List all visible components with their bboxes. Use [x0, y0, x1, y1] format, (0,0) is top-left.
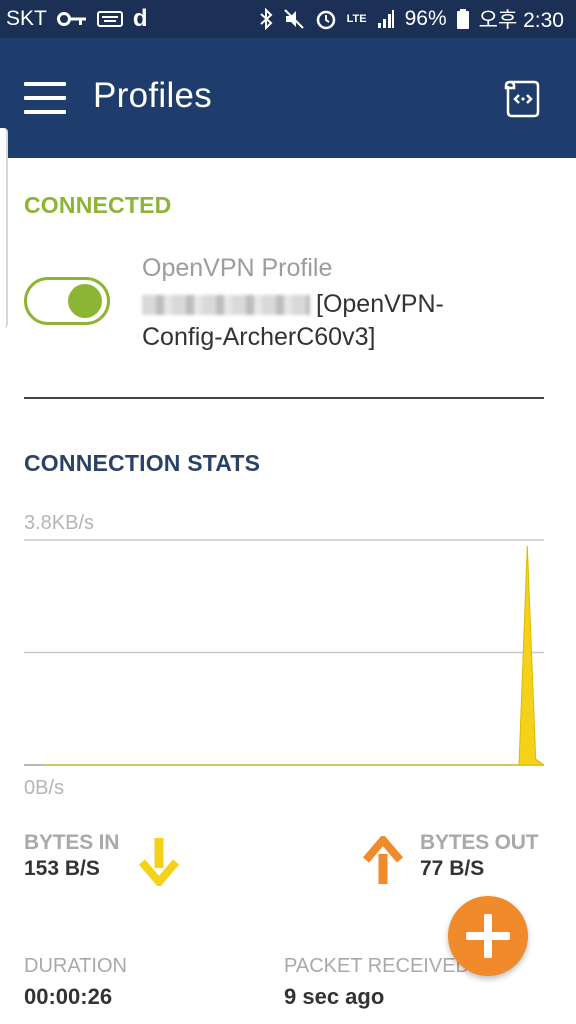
toggle-knob [68, 284, 102, 318]
key-icon [56, 8, 87, 30]
packet-received-label: PACKET RECEIVED [284, 955, 470, 977]
signal-icon [377, 8, 395, 30]
bytes-in-value: 153 B/S [24, 857, 100, 880]
carrier-label: SKT [6, 7, 47, 30]
mute-icon [283, 8, 305, 30]
app-bar: Profiles [0, 38, 576, 158]
clock: 오후 2:30 [478, 9, 564, 32]
app-notification-icon: d [132, 5, 148, 32]
profile-name-line2: Config-ArcherC60v3] [142, 323, 376, 351]
keyboard-icon [96, 8, 123, 30]
bytes-out-arrow-icon [362, 836, 404, 884]
connection-stats-title: CONNECTION STATS [24, 450, 261, 476]
bytes-out-value: 77 B/S [420, 857, 485, 880]
profile-name-line1: [OpenVPN- [316, 290, 444, 318]
redacted-server-name [142, 294, 310, 315]
section-divider [24, 397, 544, 399]
packet-received-value: 9 sec ago [284, 984, 385, 1009]
hamburger-menu-icon[interactable] [24, 82, 66, 114]
alarm-icon [315, 8, 337, 30]
battery-icon [456, 8, 469, 30]
page-title: Profiles [93, 76, 213, 115]
profile-name[interactable]: [OpenVPN- [142, 290, 444, 319]
drawer-edge-handle[interactable] [0, 128, 8, 328]
add-profile-button[interactable] [448, 896, 528, 976]
connection-toggle[interactable] [24, 277, 110, 325]
bytes-in-arrow-icon [138, 838, 180, 886]
bluetooth-icon [259, 8, 273, 30]
duration-value: 00:00:26 [24, 984, 113, 1009]
network-type-label: LTE [346, 13, 367, 25]
bytes-out-label: BYTES OUT [420, 831, 539, 854]
bytes-in-series-area [44, 545, 544, 766]
bytes-in-label: BYTES IN [24, 831, 120, 854]
connected-section-title: CONNECTED [24, 192, 172, 218]
throughput-chart [24, 539, 544, 766]
import-file-icon[interactable] [500, 76, 546, 122]
plus-icon-vertical [484, 914, 492, 958]
duration-label: DURATION [24, 955, 127, 977]
profile-type-label: OpenVPN Profile [142, 254, 333, 282]
graph-min-label: 0B/s [24, 777, 65, 799]
status-bar: SKT d LTE 96% 오후 2:30 [0, 0, 576, 38]
battery-percent: 96% [404, 7, 447, 30]
